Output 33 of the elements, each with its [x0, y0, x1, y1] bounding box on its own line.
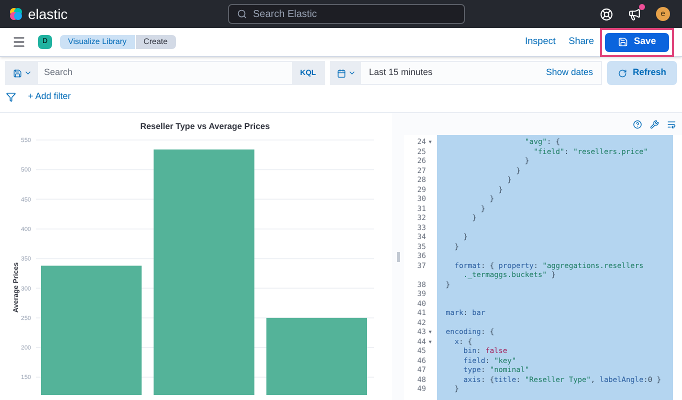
wrench-icon[interactable] — [650, 120, 659, 128]
quick-menu-button[interactable] — [331, 62, 361, 84]
logo-text: elastic — [28, 4, 68, 24]
breadcrumb[interactable]: Visualize Library — [60, 35, 135, 49]
news-icon[interactable] — [628, 8, 641, 20]
header-link[interactable]: Inspect — [525, 34, 556, 50]
resize-handle[interactable] — [396, 252, 400, 262]
time-range[interactable]: Last 15 minutes — [361, 66, 546, 80]
caret-icon — [348, 69, 356, 77]
search-icon — [237, 9, 247, 19]
add-filter-link[interactable]: + Add filter — [28, 90, 71, 104]
user-avatar[interactable]: e — [656, 7, 670, 21]
calendar-icon — [336, 68, 346, 78]
filter-icon[interactable] — [6, 92, 16, 102]
refresh-button[interactable]: Refresh — [607, 61, 677, 85]
save-icon — [618, 37, 628, 47]
saved-query-button[interactable] — [6, 62, 38, 84]
search-field[interactable]: Search — [38, 62, 292, 84]
breadcrumb[interactable]: Create — [136, 35, 176, 49]
code-editor[interactable] — [404, 135, 682, 400]
search-input[interactable]: Search — [38, 66, 292, 80]
wrap-icon[interactable] — [667, 120, 676, 128]
global-search-field[interactable]: Search Elastic — [228, 4, 465, 24]
save-button[interactable]: Save — [605, 32, 669, 52]
refresh-icon — [618, 68, 627, 78]
save-icon — [12, 68, 22, 78]
caret-icon — [24, 69, 32, 77]
menu-icon[interactable] — [12, 35, 26, 49]
logo-icon — [8, 6, 24, 22]
show-dates-link[interactable]: Show dates — [546, 66, 601, 80]
global-search-input[interactable]: Search Elastic — [253, 6, 456, 22]
chart-title: Reseller Type vs Average Prices — [140, 121, 270, 131]
header-link[interactable]: Share — [568, 34, 594, 50]
